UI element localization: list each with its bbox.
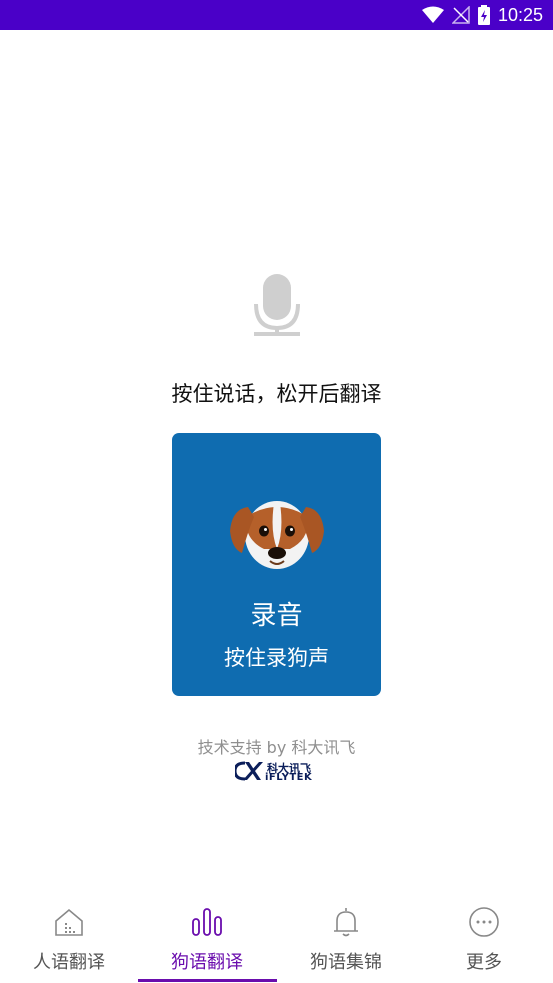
home-icon	[55, 908, 83, 936]
iflytek-logo: 科大讯飞 iFLYTEK	[235, 760, 321, 784]
dog-face-icon	[230, 501, 324, 569]
active-tab-indicator	[138, 979, 277, 982]
battery-charging-icon	[477, 5, 490, 25]
tab-label: 人语翻译	[33, 952, 105, 973]
tab-label: 狗语翻译	[171, 952, 243, 973]
tab-label: 更多	[466, 952, 502, 973]
record-button[interactable]: 录音 按住录狗声	[172, 433, 381, 696]
no-signal-icon	[451, 6, 470, 24]
record-title: 录音	[250, 601, 303, 631]
wifi-icon	[421, 6, 444, 23]
hold-to-speak-prompt: 按住说话，松开后翻译	[171, 382, 382, 406]
record-subtitle: 按住录狗声	[224, 646, 329, 670]
tech-support-credit: 技术支持 by 科大讯飞	[197, 738, 356, 757]
tab-human-translate[interactable]: 人语翻译	[0, 893, 138, 983]
tab-label: 狗语集锦	[310, 952, 382, 973]
bottom-tab-bar: 人语翻译 狗语翻译 狗语集锦 更多	[0, 893, 553, 983]
bell-icon	[334, 908, 358, 937]
tab-dog-translate[interactable]: 狗语翻译	[138, 893, 276, 983]
microphone-icon	[254, 274, 300, 336]
status-bar: 10:25	[0, 0, 553, 30]
tab-more[interactable]: 更多	[415, 893, 553, 983]
status-time: 10:25	[497, 4, 543, 25]
brand-en: iFLYTEK	[265, 772, 313, 783]
tab-dog-collection[interactable]: 狗语集锦	[277, 893, 415, 983]
sound-bars-icon	[192, 908, 222, 936]
more-dots-icon	[469, 907, 499, 937]
iflytek-mark-icon	[235, 761, 263, 781]
